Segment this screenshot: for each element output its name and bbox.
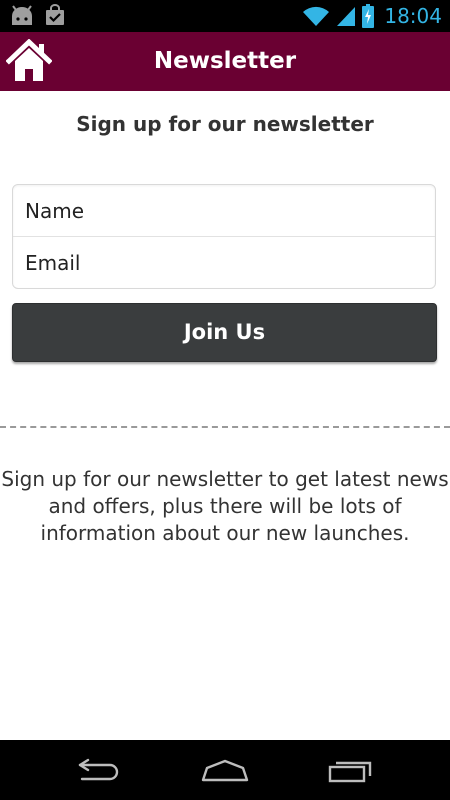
home-button[interactable] bbox=[5, 38, 53, 83]
name-field[interactable] bbox=[13, 185, 435, 237]
shopping-bag-icon bbox=[46, 4, 64, 25]
recents-button[interactable] bbox=[320, 754, 380, 786]
newsletter-description: Sign up for our newsletter to get latest… bbox=[1, 467, 449, 545]
status-system-icons: 18:04 bbox=[302, 0, 442, 32]
email-field[interactable] bbox=[13, 237, 435, 289]
signup-heading: Sign up for our newsletter bbox=[76, 112, 374, 136]
battery-icon bbox=[362, 4, 375, 28]
android-icon bbox=[12, 5, 32, 25]
dashed-divider bbox=[0, 426, 450, 428]
app-title: Newsletter bbox=[153, 48, 297, 74]
status-notification-icons bbox=[10, 4, 66, 26]
status-bar: 18:04 bbox=[0, 0, 450, 32]
home-icon bbox=[5, 38, 53, 81]
home-nav-icon bbox=[201, 759, 249, 782]
app-bar: Newsletter bbox=[0, 32, 450, 91]
wifi-icon bbox=[303, 6, 330, 27]
signal-icon bbox=[337, 7, 356, 26]
back-icon bbox=[78, 758, 119, 781]
navigation-bar bbox=[0, 740, 450, 800]
back-button[interactable] bbox=[70, 754, 130, 786]
status-time: 18:04 bbox=[384, 4, 442, 28]
signup-form bbox=[12, 184, 436, 289]
recents-icon bbox=[328, 761, 372, 783]
join-us-button[interactable]: Join Us bbox=[12, 303, 437, 362]
home-nav-button[interactable] bbox=[195, 754, 255, 786]
